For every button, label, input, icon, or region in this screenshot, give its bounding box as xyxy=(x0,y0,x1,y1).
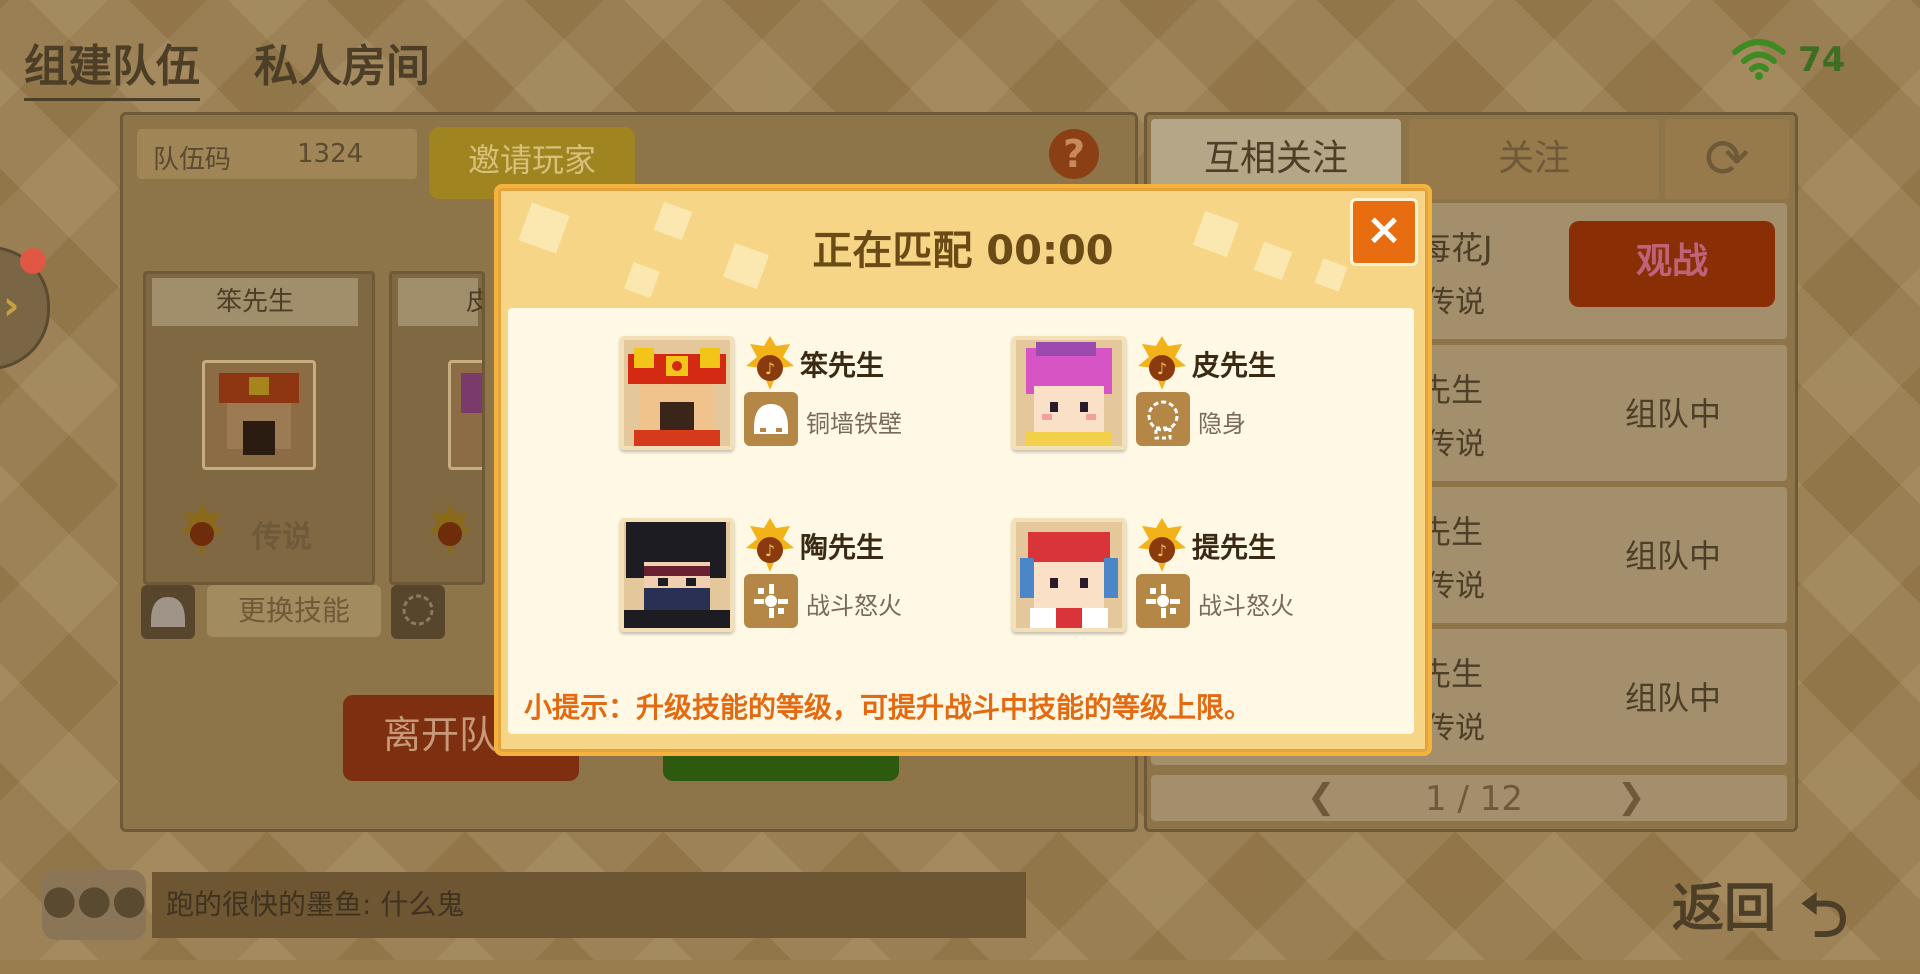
rank-medal-icon: ♪ xyxy=(1138,518,1186,576)
friend-status: 组队中 xyxy=(1625,537,1722,575)
player-avatar xyxy=(620,336,734,450)
battery-level: 74 xyxy=(1798,40,1846,80)
team-code-value: 1324 xyxy=(297,139,364,169)
rank-medal-icon: ♪ xyxy=(746,336,794,394)
team-code-box: 队伍码 1324 xyxy=(137,129,417,179)
member-avatar xyxy=(448,360,482,470)
fury-icon xyxy=(1136,574,1190,628)
rank-medal-icon: ♪ xyxy=(1138,336,1186,394)
pagination: ❮ 1 / 12 ❯ xyxy=(1151,775,1787,821)
chat-message-bar[interactable]: 跑的很快的墨鱼: 什么鬼 xyxy=(152,872,1026,938)
matching-dialog: 正在匹配 00:00 × ♪ 笨先生 铜墙铁壁 ♪ 皮先生 隐身 ♪ 陶先生 战… xyxy=(494,184,1432,756)
spectate-button[interactable]: 观战 xyxy=(1569,221,1775,307)
refresh-icon[interactable]: ⟳ xyxy=(1665,119,1789,199)
member-name: 皮 xyxy=(398,278,482,326)
player-name: 笨先生 xyxy=(800,349,885,382)
member-card-1: 笨先生 传说 xyxy=(143,271,375,585)
close-button[interactable]: × xyxy=(1350,198,1418,266)
svg-text:♪: ♪ xyxy=(1157,359,1167,378)
change-skill-button[interactable]: 更换技能 xyxy=(207,585,381,637)
rank-medal-icon: ♪ xyxy=(746,518,794,576)
player-name: 皮先生 xyxy=(1192,349,1277,382)
chevron-left-icon[interactable]: ❮ xyxy=(1307,777,1336,817)
member-card-2: 皮 xyxy=(389,271,485,585)
tip-text: 小提示：升级技能的等级，可提升战斗中技能的等级上限。 xyxy=(524,691,1253,724)
friend-rank: 传说 xyxy=(1425,285,1485,320)
helmet-icon xyxy=(744,392,798,446)
friend-rank: 传说 xyxy=(1425,427,1485,462)
tab-follow[interactable]: 关注 xyxy=(1409,119,1659,199)
back-button[interactable]: 返回 xyxy=(1672,866,1776,941)
player-avatar xyxy=(1012,336,1126,450)
friend-rank: 传说 xyxy=(1425,711,1485,746)
chevron-right-icon: › xyxy=(3,283,20,329)
tab-team[interactable]: 组建队伍 xyxy=(24,30,200,101)
player-skill: 战斗怒火 xyxy=(1198,592,1294,620)
team-code-label: 队伍码 xyxy=(153,145,232,175)
member-rank: 传说 xyxy=(252,520,312,555)
svg-text:♪: ♪ xyxy=(1157,541,1167,560)
stealth-icon xyxy=(1136,392,1190,446)
wifi-icon xyxy=(1732,39,1786,80)
rank-medal-icon xyxy=(428,504,472,560)
page-indicator: 1 / 12 xyxy=(1425,779,1523,819)
player-name: 提先生 xyxy=(1192,531,1277,564)
player-name: 陶先生 xyxy=(800,531,885,564)
rank-medal-icon xyxy=(180,504,224,560)
helmet-icon[interactable] xyxy=(141,585,195,639)
help-button[interactable]: ? xyxy=(1049,129,1099,179)
player-avatar xyxy=(1012,518,1126,632)
member-name: 笨先生 xyxy=(152,278,358,326)
tab-private-room[interactable]: 私人房间 xyxy=(254,30,430,94)
stealth-icon[interactable] xyxy=(391,585,445,639)
friend-rank: 传说 xyxy=(1425,569,1485,604)
fury-icon xyxy=(744,574,798,628)
friend-status: 组队中 xyxy=(1625,679,1722,717)
notification-dot xyxy=(20,248,46,274)
chat-icon[interactable]: ●●● xyxy=(42,870,147,940)
chevron-right-icon[interactable]: ❯ xyxy=(1617,777,1646,817)
player-skill: 战斗怒火 xyxy=(806,592,902,620)
player-skill: 铜墙铁壁 xyxy=(806,410,902,438)
player-avatar xyxy=(620,518,734,632)
back-arrow-icon[interactable]: ⮌ xyxy=(1800,872,1848,974)
matching-player-list: ♪ 笨先生 铜墙铁壁 ♪ 皮先生 隐身 ♪ 陶先生 战斗怒火 ♪ 提先生 战斗怒… xyxy=(508,308,1414,734)
player-skill: 隐身 xyxy=(1198,410,1246,438)
friend-status: 组队中 xyxy=(1625,395,1722,433)
svg-text:♪: ♪ xyxy=(765,359,775,378)
member-avatar xyxy=(202,360,316,470)
svg-text:♪: ♪ xyxy=(765,541,775,560)
matching-title: 正在匹配 00:00 xyxy=(812,228,1114,274)
